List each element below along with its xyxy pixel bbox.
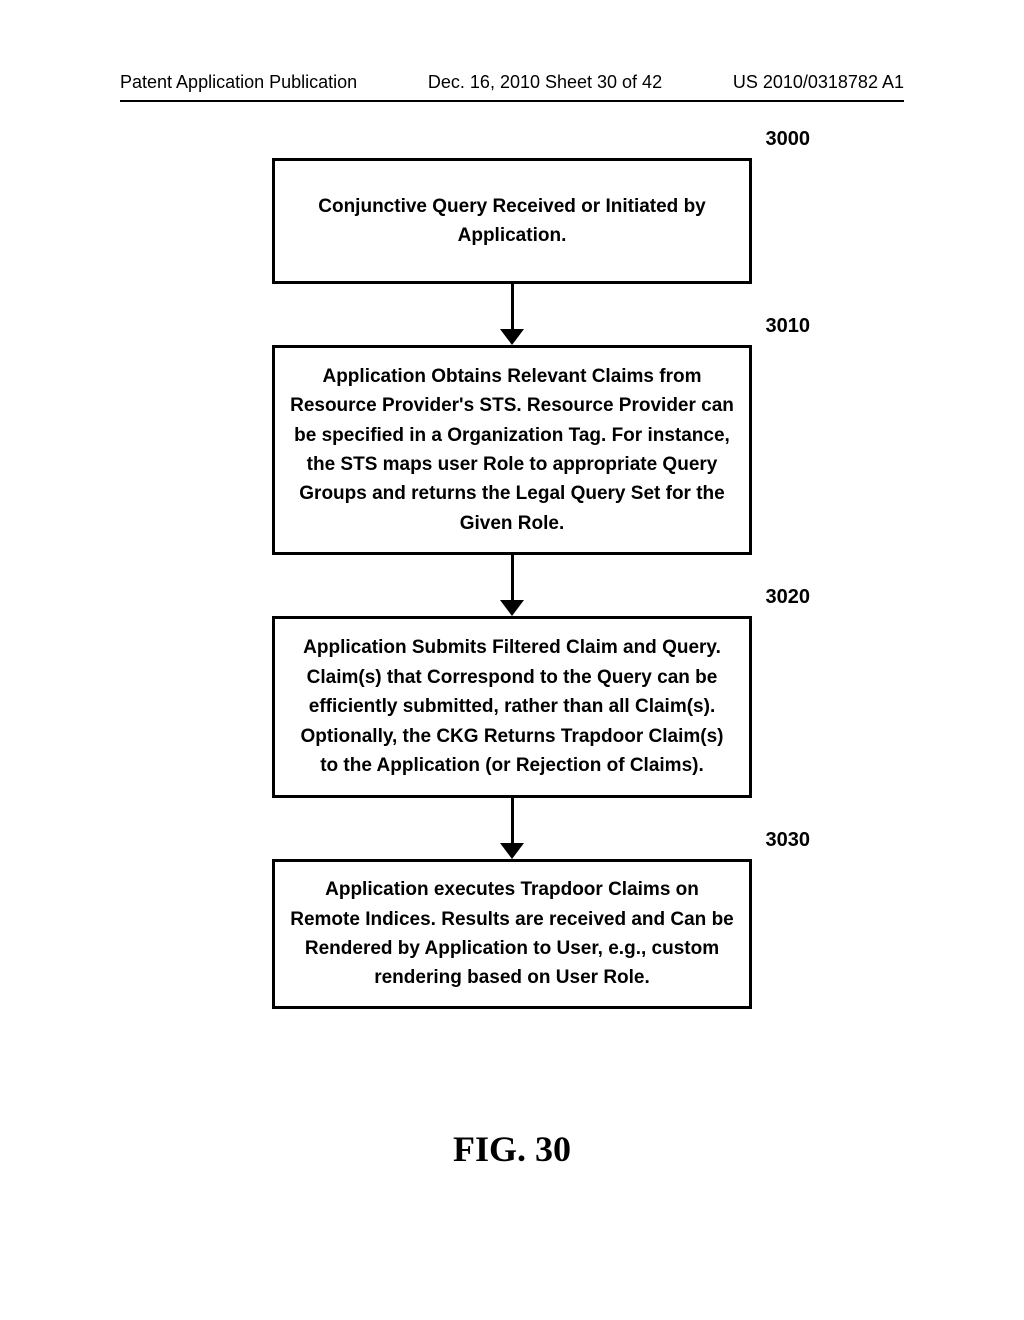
arrow-head-icon: [500, 600, 524, 616]
arrow-shaft: [511, 284, 514, 330]
ref-label: 3000: [766, 128, 811, 151]
flow-step-3000: 3000 Conjunctive Query Received or Initi…: [272, 158, 752, 284]
flow-arrow: [500, 555, 524, 616]
flow-box-text: Application executes Trapdoor Claims on …: [289, 875, 735, 993]
flow-step-3020: 3020 Application Submits Filtered Claim …: [272, 616, 752, 798]
arrow-head-icon: [500, 843, 524, 859]
arrow-head-icon: [500, 329, 524, 345]
flow-box-text: Application Submits Filtered Claim and Q…: [289, 633, 735, 780]
arrow-shaft: [511, 798, 514, 844]
flow-arrow: [500, 798, 524, 859]
flow-box-text: Conjunctive Query Received or Initiated …: [289, 192, 735, 251]
header-center: Dec. 16, 2010 Sheet 30 of 42: [428, 72, 662, 93]
ref-label: 3030: [766, 829, 811, 852]
ref-label: 3020: [766, 586, 811, 609]
arrow-shaft: [511, 555, 514, 601]
flow-box: Conjunctive Query Received or Initiated …: [272, 158, 752, 284]
page-header: Patent Application Publication Dec. 16, …: [0, 72, 1024, 93]
flow-box: Application Submits Filtered Claim and Q…: [272, 616, 752, 798]
ref-label: 3010: [766, 315, 811, 338]
flow-arrow: [500, 284, 524, 345]
flow-box-text: Application Obtains Relevant Claims from…: [289, 362, 735, 539]
header-left: Patent Application Publication: [120, 72, 357, 93]
flow-step-3030: 3030 Application executes Trapdoor Claim…: [272, 859, 752, 1009]
flowchart: 3000 Conjunctive Query Received or Initi…: [0, 158, 1024, 1009]
flow-step-3010: 3010 Application Obtains Relevant Claims…: [272, 345, 752, 555]
header-rule: [120, 100, 904, 102]
flow-box: Application executes Trapdoor Claims on …: [272, 859, 752, 1009]
figure-caption: FIG. 30: [0, 1128, 1024, 1170]
flow-box: Application Obtains Relevant Claims from…: [272, 345, 752, 555]
header-right: US 2010/0318782 A1: [733, 72, 904, 93]
